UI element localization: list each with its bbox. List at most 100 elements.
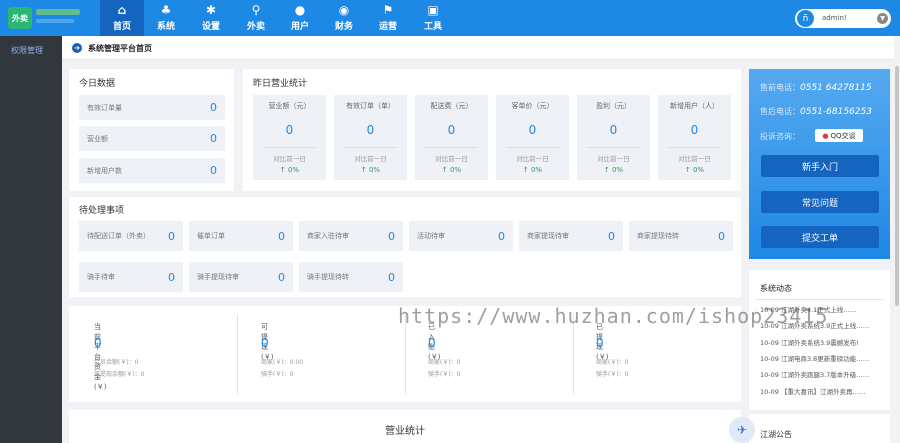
divider — [506, 147, 559, 148]
divider — [587, 147, 640, 148]
nav-finance[interactable]: ◉ 财务 — [322, 0, 366, 36]
user-icon: ● — [294, 3, 306, 17]
fund-sub: 商家(￥)：0.00 — [261, 359, 304, 366]
pending-label: 骑手提现待审 — [197, 273, 239, 281]
pending-item[interactable]: 商家入驻待审 0 — [299, 221, 403, 251]
pending-value: 0 — [608, 229, 615, 243]
card-value: 0 — [528, 123, 537, 137]
logo-subtitle-blur-2 — [36, 19, 74, 23]
watermark: https://www.huzhan.com/ishop23415 — [398, 304, 829, 328]
notice-title[interactable]: 江湖公告 — [760, 429, 792, 440]
pending-label: 待配送订单（外卖） — [87, 232, 150, 240]
stat-card[interactable]: 营业额（元） 0 对比前一日 ↑ 0% — [253, 95, 326, 180]
stat-label: 有效订单量 — [87, 103, 122, 112]
notice-panel: ✈ 江湖公告 — [729, 414, 890, 443]
card-percent: ↑ 0% — [603, 166, 624, 174]
pending-item[interactable]: 活动待审 0 — [409, 221, 513, 251]
qq-icon: ● — [822, 131, 829, 140]
stat-card[interactable]: 新增用户（人） 0 对比前一日 ↑ 0% — [658, 95, 731, 180]
nav-label: 用户 — [290, 22, 309, 32]
nav-users[interactable]: ● 用户 — [278, 0, 322, 36]
news-title: 系统动态 — [760, 284, 792, 293]
pending-item[interactable]: 商家提现待审 0 — [519, 221, 623, 251]
stat-row[interactable]: 营业额 0 — [79, 126, 225, 151]
card-label: 盈利（元） — [596, 102, 631, 110]
card-label: 营业额（元） — [268, 102, 311, 110]
pending-item[interactable]: 骑手待审 0 — [79, 262, 183, 292]
pending-value: 0 — [168, 229, 175, 243]
app-logo[interactable]: 外卖 — [8, 7, 32, 29]
stat-row[interactable]: 有效订单量 0 — [79, 95, 225, 120]
card-value: 0 — [447, 123, 456, 137]
pending-label: 商家入驻待审 — [307, 232, 349, 240]
fund-value: 0 — [261, 336, 269, 350]
card-compare: 对比前一日 — [516, 155, 549, 163]
stat-card[interactable]: 有效订单（单） 0 对比前一日 ↑ 0% — [334, 95, 407, 180]
nav-operations[interactable]: ⚑ 运营 — [366, 0, 410, 36]
card-compare: 对比前一日 — [678, 155, 711, 163]
card-value: 0 — [285, 123, 294, 137]
nav-label: 外卖 — [246, 22, 265, 32]
chevron-down-icon[interactable]: ▼ — [877, 13, 888, 24]
card-percent: ↑ 0% — [522, 166, 543, 174]
guide-button[interactable]: 新手入门 — [761, 155, 879, 177]
divider — [237, 314, 238, 394]
news-item[interactable]: 10-09 【重大喜讯】江湖外卖再…… — [760, 386, 882, 396]
card-label: 客单价（元） — [511, 102, 554, 110]
presale-phone: 0551 64278115 — [800, 83, 872, 93]
scrollbar-thumb[interactable] — [895, 66, 899, 306]
fund-sub: 可提现余额(￥)：0 — [94, 371, 145, 378]
aftersale-phone: 0551-68156253 — [800, 107, 872, 117]
pending-item[interactable]: 催单订单 0 — [189, 221, 293, 251]
faq-button[interactable]: 常见问题 — [761, 191, 879, 213]
pending-label: 骑手待审 — [87, 273, 115, 281]
qq-chat-button[interactable]: ● QQ交谈 — [815, 129, 863, 142]
nav-settings[interactable]: ✱ 设置 — [189, 0, 233, 36]
user-menu[interactable]: ñ admin! ▼ — [795, 9, 891, 28]
submit-ticket-button[interactable]: 提交工单 — [761, 226, 879, 248]
fund-sub: 商家(￥)：0 — [428, 359, 461, 366]
nav-system[interactable]: ♣ 系统 — [144, 0, 188, 36]
news-item[interactable]: 10-09 江湖外卖跑腿3.7版本升级…… — [760, 369, 882, 379]
fund-sub: 骑手(￥)：0 — [428, 371, 461, 378]
card-value: 0 — [690, 123, 699, 137]
pending-item[interactable]: 骑手提现待转 0 — [299, 262, 403, 292]
page-title: 系统管理平台首页 — [88, 44, 152, 53]
sidebar-item-permissions[interactable]: 权限管理 — [0, 44, 62, 58]
logo-text: 外卖 — [12, 13, 28, 23]
contact-box: 售前电话：0551 64278115 售后电话：0551-68156253 投诉… — [749, 69, 890, 259]
news-item[interactable]: 10-09 江湖外卖系统3.9震撼发布! — [760, 337, 882, 347]
stat-card[interactable]: 盈利（元） 0 对比前一日 ↑ 0% — [577, 95, 650, 180]
paper-plane-icon: ✈ — [729, 417, 755, 443]
yesterday-panel: 昨日营业统计 营业额（元） 0 对比前一日 ↑ 0% 有效订单（单） 0 对比前一日 ↑ 0… — [243, 69, 741, 191]
aftersale-line: 售后电话：0551-68156253 — [760, 106, 872, 117]
sidebar: 权限管理 — [0, 36, 62, 443]
card-compare: 对比前一日 — [273, 155, 306, 163]
top-navbar: 外卖 ⌂ 首页 ♣ 系统 ✱ 设置 ⚲ 外卖 ● 用户 ◉ 财务 ⚑ 运营 ▣ 工具 ñ adm… — [0, 0, 900, 36]
nav-tools[interactable]: ▣ 工具 — [411, 0, 455, 36]
pending-panel: 待处理事项 待配送订单（外卖） 0 催单订单 0 商家入驻待审 0 活动待审 0 商家提… — [69, 197, 741, 297]
pending-value: 0 — [388, 270, 395, 284]
pending-label: 活动待审 — [417, 232, 445, 240]
nav-label: 系统 — [156, 22, 175, 32]
stat-card[interactable]: 配送费（元） 0 对比前一日 ↑ 0% — [415, 95, 488, 180]
stat-row[interactable]: 新增用户数 0 — [79, 158, 225, 183]
scrollbar[interactable] — [894, 36, 900, 443]
nav-home[interactable]: ⌂ 首页 — [100, 0, 144, 36]
arrow-right-icon: ➜ — [72, 43, 82, 53]
stat-value: 0 — [210, 164, 217, 177]
pending-item[interactable]: 商家提现待转 0 — [629, 221, 733, 251]
news-item[interactable]: 10-09 江湖电商3.8更新重磅功能…… — [760, 353, 882, 363]
nav-label: 运营 — [378, 22, 397, 32]
yesterday-title: 昨日营业统计 — [253, 79, 308, 89]
consult-label: 投诉咨询： — [760, 132, 800, 141]
business-stats-panel: 营业统计 — [69, 410, 741, 443]
pending-item[interactable]: 待配送订单（外卖） 0 — [79, 221, 183, 251]
nav-takeout[interactable]: ⚲ 外卖 — [234, 0, 278, 36]
stat-card[interactable]: 客单价（元） 0 对比前一日 ↑ 0% — [496, 95, 569, 180]
pending-item[interactable]: 骑手提现待审 0 — [189, 262, 293, 292]
stat-label: 营业额 — [87, 134, 108, 143]
nav-label: 财务 — [334, 22, 353, 32]
pending-value: 0 — [718, 229, 725, 243]
avatar: ñ — [797, 10, 814, 27]
